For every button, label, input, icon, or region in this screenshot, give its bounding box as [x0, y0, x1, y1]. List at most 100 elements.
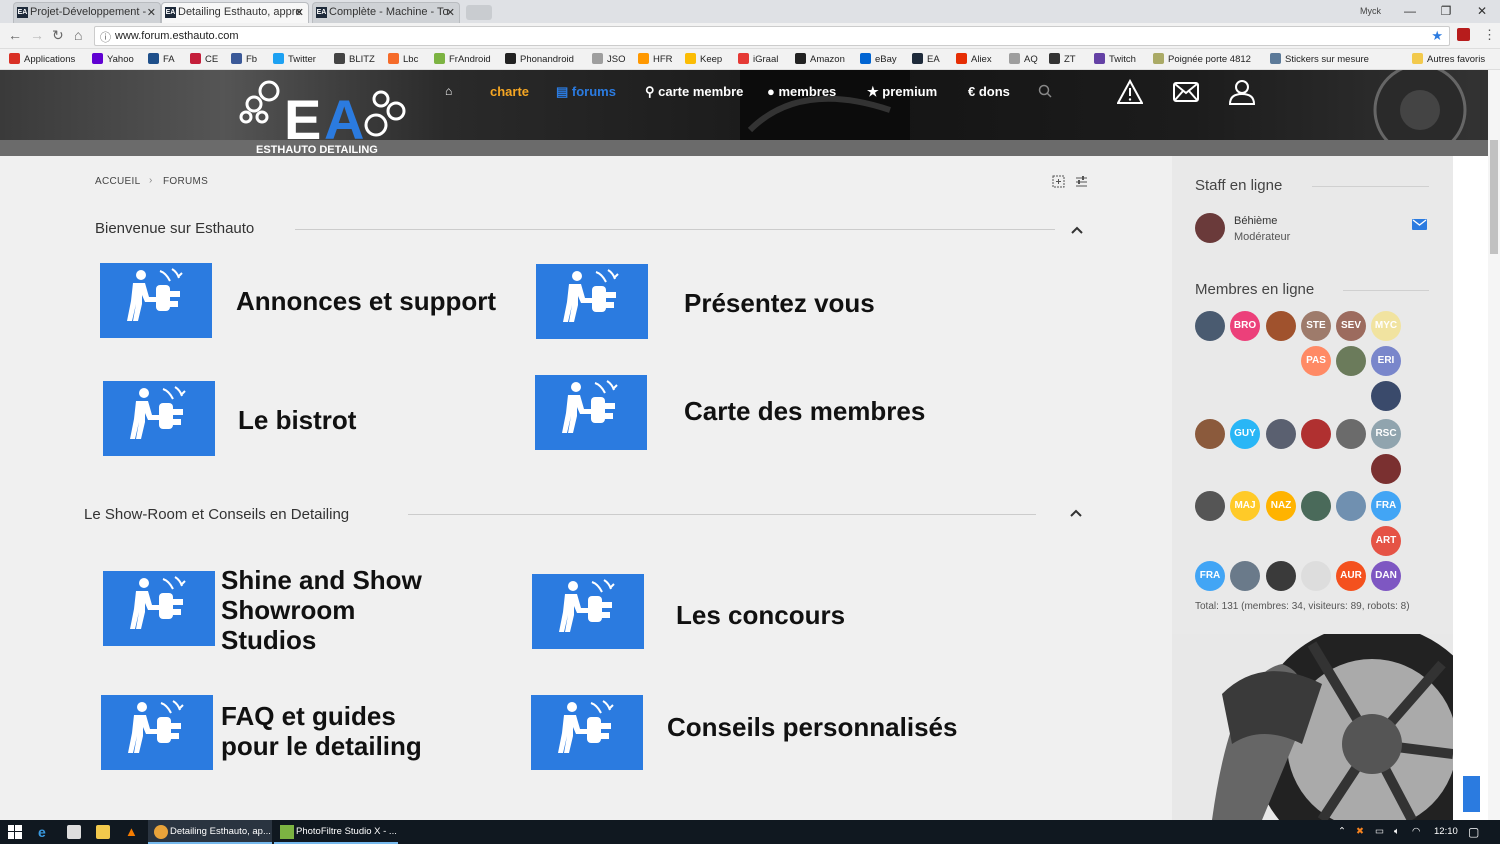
member-avatar[interactable]: PAS: [1301, 346, 1331, 376]
bookmark-item[interactable]: Aliex: [956, 53, 992, 65]
forum-title-link[interactable]: Les concours: [676, 600, 936, 630]
bookmark-item[interactable]: EA: [912, 53, 940, 65]
breadcrumb-home[interactable]: ACCUEIL: [95, 176, 140, 187]
bookmark-item[interactable]: Keep: [685, 53, 722, 65]
member-avatar[interactable]: FRA: [1371, 491, 1401, 521]
member-avatar[interactable]: AUR: [1336, 561, 1366, 591]
browser-tab[interactable]: EA Complète - Machine - To ✕: [312, 2, 460, 23]
browser-tab-active[interactable]: EA Detailing Esthauto, appre ✕: [161, 2, 309, 23]
nav-premium[interactable]: ★ premium: [867, 84, 937, 100]
member-avatar[interactable]: [1195, 311, 1225, 341]
show-hidden-icons-icon[interactable]: ⌃: [1338, 820, 1346, 844]
forum-car-wash-icon[interactable]: [536, 264, 648, 339]
tray-app-icon[interactable]: ✖: [1356, 820, 1364, 844]
bookmark-item[interactable]: Amazon: [795, 53, 845, 65]
bookmark-item[interactable]: Phonandroid: [505, 53, 574, 65]
forum-car-wash-icon[interactable]: [103, 571, 215, 646]
bookmark-item[interactable]: FA: [148, 53, 175, 65]
bookmark-item[interactable]: ZT: [1049, 53, 1076, 65]
taskbar-chrome-window[interactable]: Detailing Esthauto, ap...: [148, 820, 272, 844]
bookmark-item[interactable]: AQ: [1009, 53, 1038, 65]
url-input[interactable]: ⓘ www.forum.esthauto.com ★: [94, 26, 1450, 46]
file-explorer-icon[interactable]: [96, 825, 110, 839]
member-avatar[interactable]: [1301, 419, 1331, 449]
forum-title-link[interactable]: Annonces et support: [236, 286, 516, 316]
battery-icon[interactable]: ▭: [1375, 820, 1384, 844]
browser-tab[interactable]: EA Projet-Développement - ✕: [13, 2, 161, 23]
bookmark-item[interactable]: FrAndroid: [434, 53, 491, 65]
home-icon[interactable]: ⌂: [74, 27, 82, 43]
member-avatar[interactable]: [1371, 381, 1401, 411]
member-avatar[interactable]: [1336, 346, 1366, 376]
windows-start-icon[interactable]: [8, 825, 22, 839]
forum-car-wash-icon[interactable]: [535, 375, 647, 450]
member-avatar[interactable]: [1266, 311, 1296, 341]
member-avatar[interactable]: [1266, 561, 1296, 591]
bookmark-item[interactable]: Twitch: [1094, 53, 1136, 65]
back-to-top-button[interactable]: [1463, 776, 1480, 812]
forum-car-wash-icon[interactable]: [103, 381, 215, 456]
home-nav-icon[interactable]: ⌂: [445, 84, 452, 98]
bookmark-item[interactable]: Stickers sur mesure: [1270, 53, 1369, 65]
forum-title-link[interactable]: Le bistrot: [238, 405, 498, 435]
extension-icon[interactable]: [1457, 28, 1470, 41]
bookmark-item[interactable]: HFR: [638, 53, 673, 65]
wifi-icon[interactable]: ◠: [1412, 820, 1420, 844]
avatar[interactable]: [1195, 213, 1225, 243]
member-avatar[interactable]: RSC: [1371, 419, 1401, 449]
member-avatar[interactable]: [1371, 454, 1401, 484]
member-avatar[interactable]: [1230, 561, 1260, 591]
vlc-icon[interactable]: ▲: [125, 820, 138, 844]
browser-user-label[interactable]: Myck: [1360, 6, 1381, 16]
menu-dots-icon[interactable]: ⋮: [1483, 27, 1496, 43]
bookmark-star-icon[interactable]: ★: [1431, 28, 1443, 44]
member-avatar[interactable]: ERI: [1371, 346, 1401, 376]
search-icon[interactable]: [1038, 84, 1052, 98]
maximize-button[interactable]: ❐: [1428, 0, 1464, 22]
bookmark-item[interactable]: BLITZ: [334, 53, 375, 65]
bookmark-item[interactable]: CE: [190, 53, 218, 65]
reload-icon[interactable]: ↻: [52, 27, 64, 44]
member-avatar[interactable]: STE: [1301, 311, 1331, 341]
member-avatar[interactable]: [1336, 419, 1366, 449]
new-tab-button[interactable]: [466, 5, 492, 20]
member-avatar[interactable]: NAZ: [1266, 491, 1296, 521]
close-tab-icon[interactable]: ✕: [147, 6, 156, 19]
forum-title-link[interactable]: Shine and Show Showroom Studios: [221, 565, 441, 655]
forum-car-wash-icon[interactable]: [100, 263, 212, 338]
member-avatar[interactable]: ART: [1371, 526, 1401, 556]
forum-car-wash-icon[interactable]: [531, 695, 643, 770]
scrollbar-thumb[interactable]: [1490, 140, 1498, 254]
member-avatar[interactable]: GUY: [1230, 419, 1260, 449]
nav-carte-membre[interactable]: ⚲ carte membre: [645, 84, 743, 100]
info-icon[interactable]: ⓘ: [100, 29, 111, 45]
forward-arrow-icon[interactable]: →: [30, 27, 44, 43]
notifications-icon[interactable]: ▢: [1468, 820, 1479, 844]
member-avatar[interactable]: [1301, 561, 1331, 591]
forum-title-link[interactable]: Présentez vous: [684, 288, 944, 318]
close-window-button[interactable]: ✕: [1464, 0, 1500, 22]
nav-dons[interactable]: € dons: [968, 84, 1010, 99]
taskbar-photofiltre-window[interactable]: PhotoFiltre Studio X - ...: [274, 820, 398, 844]
store-icon[interactable]: [67, 825, 81, 839]
warning-icon[interactable]: [1117, 79, 1143, 105]
member-avatar[interactable]: [1195, 419, 1225, 449]
bookmark-item[interactable]: eBay: [860, 53, 897, 65]
forum-title-link[interactable]: Carte des membres: [684, 396, 984, 426]
bookmark-item[interactable]: iGraal: [738, 53, 778, 65]
collapse-chevron-icon[interactable]: [1070, 225, 1084, 235]
mail-icon[interactable]: [1173, 79, 1199, 105]
nav-membres[interactable]: ● membres: [767, 84, 836, 99]
nav-forums[interactable]: ▤ forums: [556, 84, 616, 100]
staff-name[interactable]: Béhième: [1234, 215, 1277, 227]
forum-title-link[interactable]: Conseils personnalisés: [667, 712, 987, 742]
volume-icon[interactable]: 🔈︎: [1394, 820, 1400, 844]
member-avatar[interactable]: [1195, 491, 1225, 521]
member-avatar[interactable]: [1266, 419, 1296, 449]
member-avatar[interactable]: FRA: [1195, 561, 1225, 591]
user-account-icon[interactable]: [1229, 79, 1255, 105]
forum-car-wash-icon[interactable]: [101, 695, 213, 770]
bookmark-item[interactable]: Fb: [231, 53, 257, 65]
settings-sliders-icon[interactable]: [1075, 175, 1088, 188]
bookmark-item[interactable]: Poignée porte 4812: [1153, 53, 1251, 65]
